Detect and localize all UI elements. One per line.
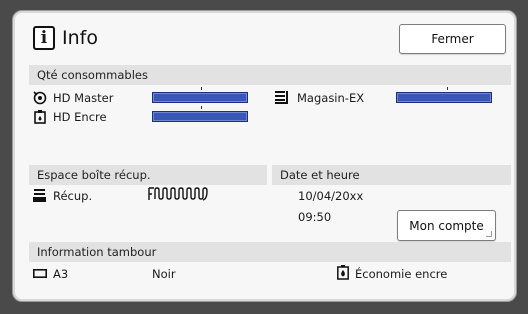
recup-label: Récup.	[53, 189, 93, 203]
my-account-button[interactable]: Mon compte	[397, 210, 496, 241]
master-roll-icon	[33, 91, 47, 105]
info-icon: i	[33, 26, 55, 50]
ink-saving-icon	[337, 265, 349, 280]
magasin-level-tick	[447, 87, 448, 90]
paper-stack-icon	[275, 91, 288, 104]
info-dialog: i Info Fermer Qté consommables HD Master…	[12, 10, 517, 302]
drum-color-value: Noir	[152, 267, 176, 281]
my-account-label: Mon compte	[409, 218, 484, 233]
magasin-ex-label: Magasin-EX	[297, 91, 365, 105]
drum-info-header: Information tambour	[29, 242, 511, 262]
close-button[interactable]: Fermer	[399, 24, 506, 54]
consumables-header: Qté consommables	[29, 65, 511, 85]
hd-master-level-bar	[152, 92, 248, 103]
time-value: 09:50	[298, 210, 332, 224]
drum-size-value: A3	[53, 267, 69, 281]
master-level-tick	[201, 87, 202, 90]
ink-saving-mode: Économie encre	[355, 267, 448, 281]
disposal-meter-icon	[148, 187, 208, 201]
disposal-box-icon	[33, 189, 46, 202]
date-value: 10/04/20xx	[298, 189, 364, 203]
drum-size-icon	[33, 269, 47, 278]
dialog-title: Info	[62, 27, 98, 49]
ink-cartridge-icon	[34, 110, 46, 124]
hd-encre-label: HD Encre	[53, 110, 107, 124]
datetime-header: Date et heure	[272, 165, 511, 185]
ink-level-tick	[201, 106, 202, 109]
resize-grip-icon	[486, 231, 492, 237]
dialog-title-row: i Info	[33, 25, 98, 51]
disposal-header: Espace boîte récup.	[29, 165, 267, 185]
magasin-ex-level-bar	[396, 92, 492, 103]
hd-encre-level-bar	[152, 111, 248, 122]
hd-master-label: HD Master	[53, 91, 114, 105]
